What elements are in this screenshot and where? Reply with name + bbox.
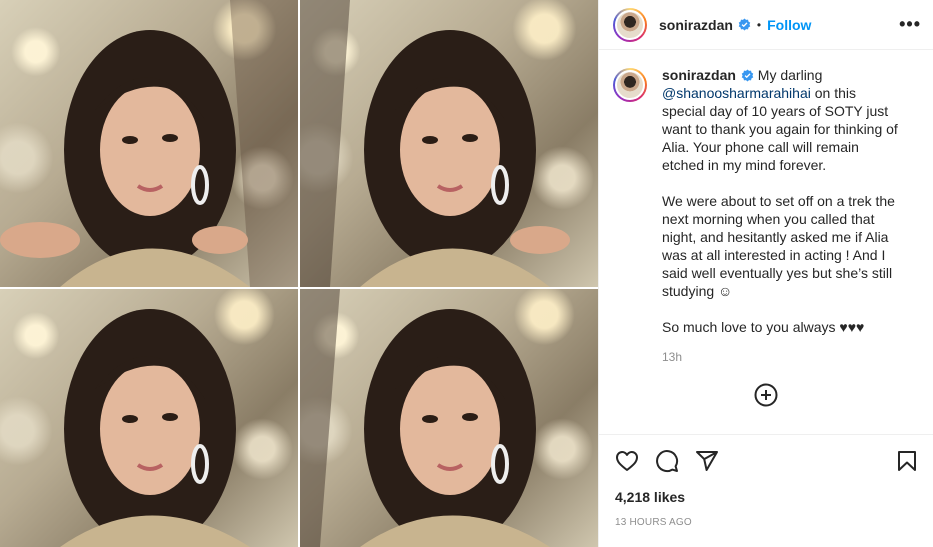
- likes-count[interactable]: 4,218 likes: [615, 489, 919, 505]
- comments-section: sonirazdan My darling @shanoosharmarahih…: [599, 50, 933, 434]
- instagram-post: sonirazdan • Follow ••• sonirazdan My da…: [0, 0, 933, 547]
- caption-avatar[interactable]: [613, 68, 647, 102]
- caption-paragraph-2: We were about to set off on a trek the n…: [662, 193, 899, 299]
- photo-tile-4: [300, 289, 598, 547]
- photo-tile-2: [300, 0, 598, 287]
- post-timestamp[interactable]: 13 HOURS AGO: [615, 517, 919, 528]
- post-actions-area: 4,218 likes 13 HOURS AGO: [599, 434, 933, 547]
- bookmark-icon[interactable]: [895, 449, 919, 473]
- caption-paragraph-3: So much love to you always ♥♥♥: [662, 319, 865, 335]
- author-username[interactable]: sonirazdan: [659, 17, 733, 33]
- more-options-icon[interactable]: •••: [899, 14, 921, 35]
- caption-paragraph-1: sonirazdan My darling @shanoosharmarahih…: [662, 66, 902, 174]
- post-side-panel: sonirazdan • Follow ••• sonirazdan My da…: [598, 0, 933, 547]
- photo-grid: [0, 0, 598, 547]
- action-bar: [615, 435, 919, 483]
- caption-lead: My darling: [753, 67, 827, 83]
- caption-username[interactable]: sonirazdan: [662, 67, 736, 83]
- follow-button[interactable]: Follow: [767, 17, 811, 33]
- heart-icon[interactable]: [615, 449, 639, 473]
- photo-tile-3: [0, 289, 298, 547]
- verified-badge-icon: [738, 18, 751, 31]
- separator-dot: •: [756, 17, 762, 32]
- post-header: sonirazdan • Follow •••: [599, 0, 933, 50]
- post-media[interactable]: [0, 0, 598, 547]
- plus-circle-icon[interactable]: [754, 383, 778, 407]
- post-caption: sonirazdan My darling @shanoosharmarahih…: [613, 66, 919, 366]
- caption-timestamp: 13h: [662, 350, 683, 364]
- photo-tile-1: [0, 0, 298, 287]
- avatar-image: [615, 9, 645, 40]
- comment-icon[interactable]: [655, 449, 679, 473]
- paper-plane-icon[interactable]: [695, 449, 719, 473]
- author-avatar[interactable]: [613, 7, 647, 42]
- avatar-image: [615, 70, 645, 100]
- caption-text: sonirazdan My darling @shanoosharmarahih…: [662, 66, 902, 366]
- mention-link[interactable]: @shanoosharmarahihai: [662, 85, 811, 101]
- verified-badge-icon: [741, 69, 754, 82]
